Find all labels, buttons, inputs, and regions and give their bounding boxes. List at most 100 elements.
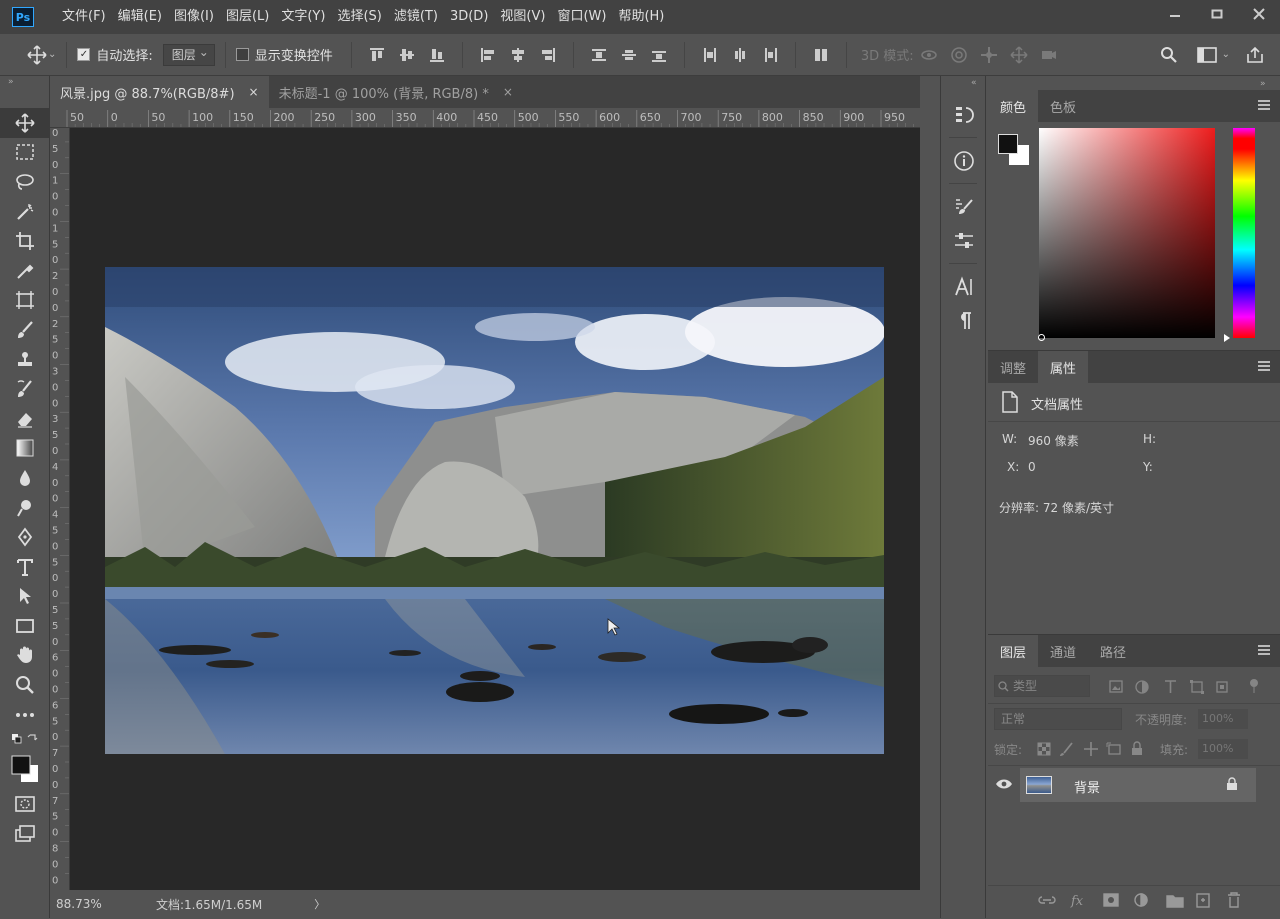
eyedropper-tool-icon[interactable] [0,256,50,286]
share-icon[interactable] [1240,40,1270,70]
magic-wand-tool-icon[interactable] [0,197,50,227]
move-tool-icon[interactable] [0,108,50,138]
menu-select[interactable]: 选择(S) [331,0,387,34]
visibility-eye-icon[interactable] [995,778,1015,792]
info-panel-icon[interactable] [941,144,987,178]
zoom-tool-icon[interactable] [0,670,50,700]
menu-help[interactable]: 帮助(H) [612,0,670,34]
layer-row-background[interactable]: 背景 [1020,768,1256,802]
x-value[interactable]: 0 [1028,460,1036,474]
eraser-tool-icon[interactable] [0,404,50,434]
character-panel-icon[interactable] [941,270,987,304]
fill-input[interactable]: 100% [1198,739,1248,759]
menu-layer[interactable]: 图层(L) [220,0,275,34]
tab-adjustments[interactable]: 调整 [988,351,1038,383]
quick-mask-icon[interactable] [0,789,50,819]
brush-settings-icon[interactable] [941,190,987,224]
slide-3d-icon[interactable] [1004,40,1034,70]
foreground-color-swatch[interactable] [998,134,1018,154]
panel-menu-icon[interactable] [1258,100,1270,110]
gradient-tool-icon[interactable] [0,434,50,464]
layer-name[interactable]: 背景 [1074,777,1100,796]
rectangle-tool-icon[interactable] [0,611,50,641]
minimize-button[interactable] [1154,0,1196,28]
horizontal-ruler[interactable]: 50 0 50 100 150 200 250 300 350 400 450 500 550 600 65… [50,108,920,128]
panel-menu-icon[interactable] [1258,361,1270,371]
distribute-vcenter-icon[interactable] [614,40,644,70]
more-tools-icon[interactable] [0,700,50,730]
status-menu-arrow[interactable]: 〉 [314,896,325,912]
workspace-icon[interactable] [1192,40,1222,70]
align-right-icon[interactable] [533,40,563,70]
menu-image[interactable]: 图像(I) [168,0,220,34]
tab-untitled[interactable]: 未标题-1 @ 100% (背景, RGB/8) * × [269,76,523,108]
color-swatches-icon[interactable] [0,749,50,789]
color-picker-marker[interactable] [1038,334,1045,341]
type-tool-icon[interactable] [0,552,50,582]
width-value[interactable]: 960 像素 [1028,432,1079,449]
maximize-button[interactable] [1196,0,1238,28]
distribute-bottom-icon[interactable] [644,40,674,70]
screen-mode-icon[interactable] [0,819,50,849]
pan-3d-icon[interactable] [974,40,1004,70]
tab-color[interactable]: 颜色 [988,90,1039,122]
hue-slider[interactable] [1233,128,1255,338]
show-transform-checkbox[interactable] [235,48,249,61]
menu-edit[interactable]: 编辑(E) [112,0,168,34]
swap-colors-icon[interactable] [0,729,50,749]
stamp-tool-icon[interactable] [0,345,50,375]
lasso-tool-icon[interactable] [0,167,50,197]
menu-filter[interactable]: 滤镜(T) [388,0,444,34]
tab-layers[interactable]: 图层 [988,635,1039,667]
tab-paths[interactable]: 路径 [1088,635,1138,667]
tab-properties[interactable]: 属性 [1038,351,1089,383]
align-hcenter-icon[interactable] [503,40,533,70]
distribute-hcenter-icon[interactable] [725,40,755,70]
menu-type[interactable]: 文字(Y) [275,0,331,34]
blur-tool-icon[interactable] [0,463,50,493]
vertical-ruler[interactable]: 0 5 0 1 0 0 1 5 0 2 0 0 2 5 0 3 0 0 3 5 0 4 0 0 4 5 0 5 0 0 5 5 0 6 0 0 6 5 0 7… [50,128,70,890]
distribute-top-icon[interactable] [584,40,614,70]
align-left-icon[interactable] [473,40,503,70]
brush-tool-icon[interactable] [0,315,50,345]
panel-menu-icon[interactable] [1258,645,1270,655]
dodge-tool-icon[interactable] [0,493,50,523]
history-brush-icon[interactable] [0,374,50,404]
orbit-3d-icon[interactable] [914,40,944,70]
menu-view[interactable]: 视图(V) [494,0,551,34]
auto-align-icon[interactable] [806,40,836,70]
distribute-left-icon[interactable] [695,40,725,70]
tab-channels[interactable]: 通道 [1038,635,1088,667]
auto-select-target-select[interactable]: 图层 [162,42,215,66]
chevron-down-icon[interactable]: ⌄ [48,49,56,60]
document-image[interactable] [105,267,884,754]
tab-landscape[interactable]: 风景.jpg @ 88.7%(RGB/8#) × [50,76,269,108]
blend-mode-select[interactable]: 正常 [994,708,1122,730]
tab-swatches[interactable]: 色板 [1038,90,1088,122]
color-field[interactable] [1039,128,1215,338]
auto-select-checkbox[interactable]: ✓ [77,48,91,61]
menu-file[interactable]: 文件(F) [56,0,112,34]
align-vcenter-icon[interactable] [392,40,422,70]
path-selection-tool-icon[interactable] [0,582,50,612]
zoom-level[interactable]: 88.73% [56,897,144,911]
pen-tool-icon[interactable] [0,522,50,552]
distribute-right-icon[interactable] [755,40,785,70]
close-icon[interactable]: × [503,85,513,99]
hue-slider-marker[interactable] [1224,334,1230,342]
align-bottom-icon[interactable] [422,40,452,70]
search-icon[interactable] [1154,40,1184,70]
marquee-tool-icon[interactable] [0,138,50,168]
paragraph-panel-icon[interactable] [941,304,987,338]
adjustments-sliders-icon[interactable] [941,224,987,258]
crop-tool-icon[interactable] [0,226,50,256]
menu-3d[interactable]: 3D(D) [444,0,494,34]
lock-icon[interactable] [1226,777,1238,791]
menu-window[interactable]: 窗口(W) [551,0,612,34]
roll-3d-icon[interactable] [944,40,974,70]
close-button[interactable] [1238,0,1280,28]
close-icon[interactable]: × [249,85,259,99]
opacity-input[interactable]: 100% [1198,709,1248,729]
history-panel-icon[interactable] [941,98,987,132]
chevron-down-icon[interactable]: ⌄ [1222,49,1230,60]
